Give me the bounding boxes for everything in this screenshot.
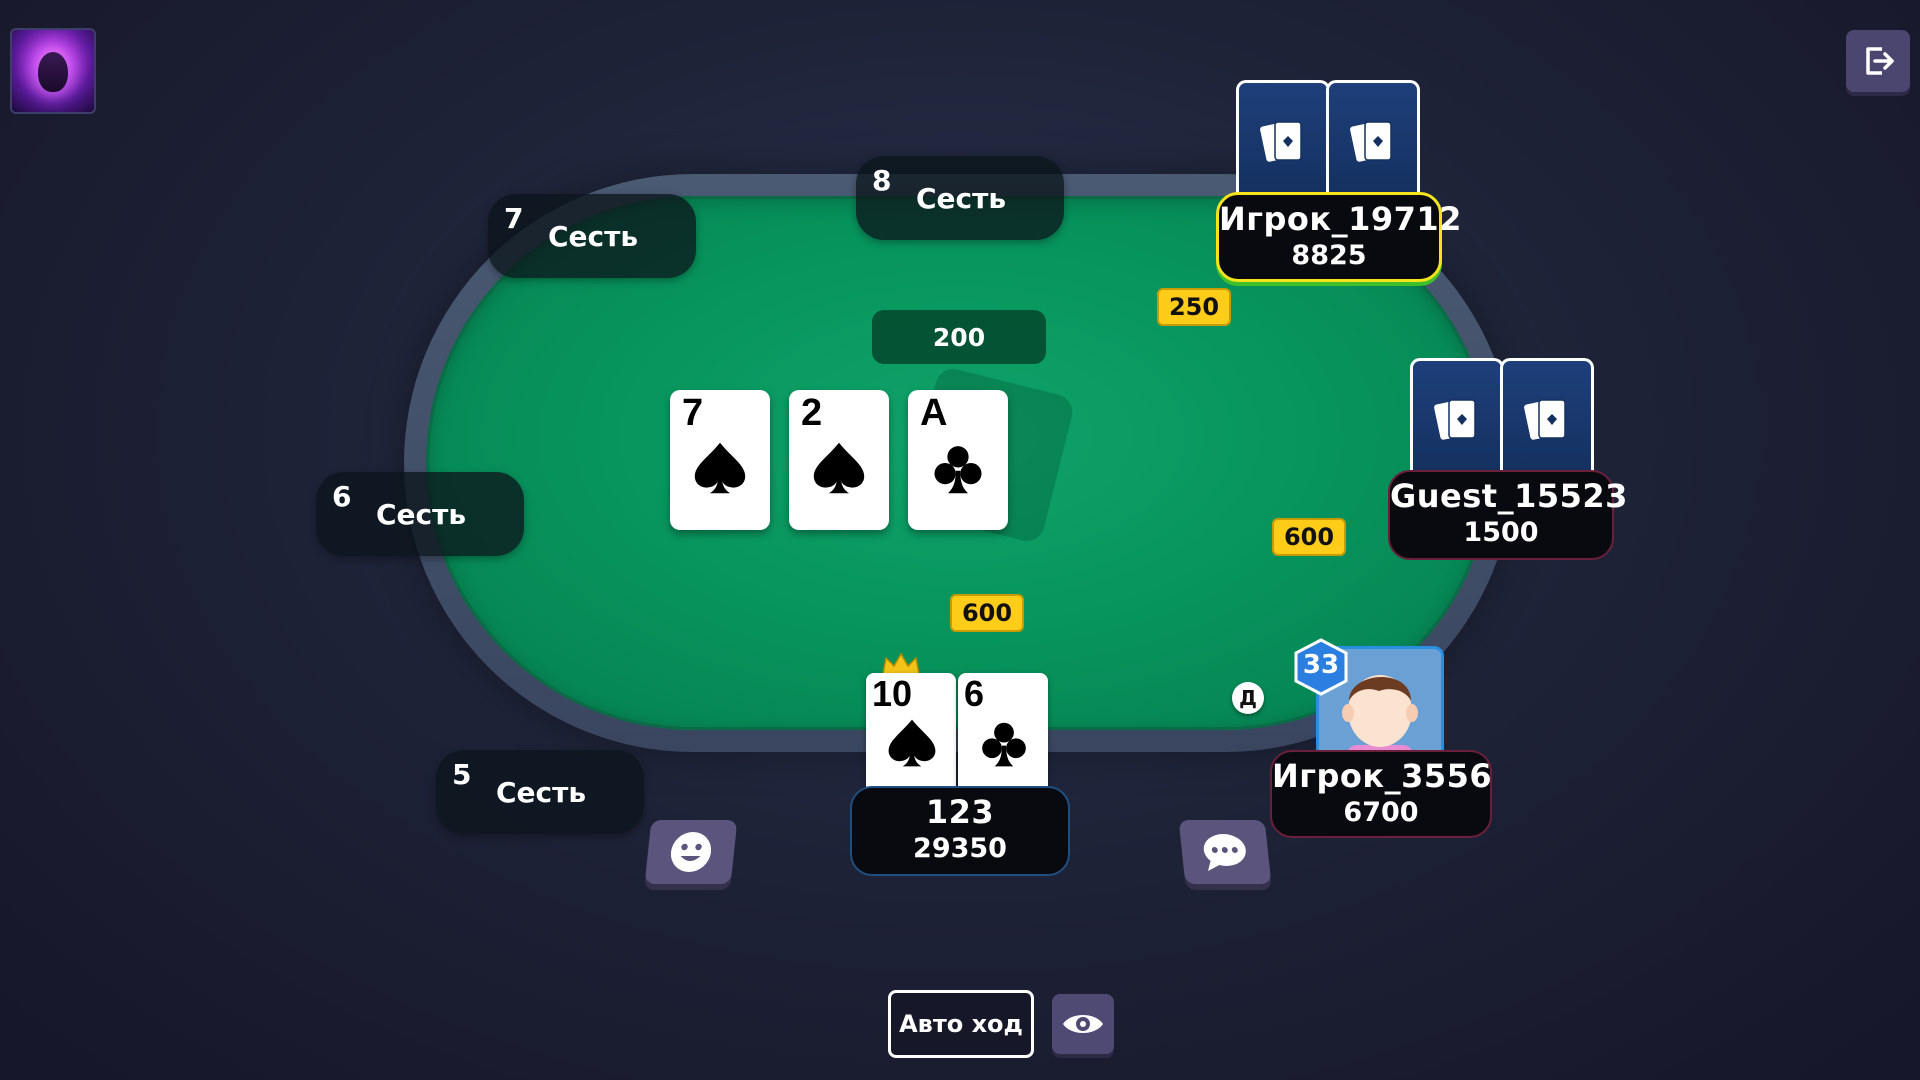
card-rank: 2 bbox=[801, 392, 823, 434]
card-back-icon bbox=[1350, 121, 1392, 162]
card-back-icon bbox=[1434, 399, 1476, 440]
player-name: Игрок_3556 bbox=[1272, 757, 1493, 795]
eye-icon bbox=[1063, 1015, 1103, 1033]
player-name: Игрок_19712 bbox=[1219, 200, 1462, 238]
level-badge: 33 bbox=[1292, 638, 1350, 696]
player-chips: 29350 bbox=[913, 833, 1007, 864]
bet-amount: 250 bbox=[1157, 288, 1231, 326]
spectate-toggle-button[interactable] bbox=[1052, 994, 1114, 1054]
card-rank: A bbox=[920, 392, 948, 434]
seat-number: 8 bbox=[872, 164, 892, 197]
community-card: 7 bbox=[670, 390, 770, 530]
player-plate[interactable]: Guest_15523 1500 bbox=[1388, 470, 1628, 560]
spade-icon bbox=[813, 442, 865, 494]
player-plate[interactable]: Игрок_3556 6700 bbox=[1270, 750, 1492, 838]
my-hole-card: 10 bbox=[866, 673, 956, 791]
seat-label: Сесть bbox=[376, 498, 467, 531]
dealer-button: Д bbox=[1232, 682, 1264, 714]
exit-button[interactable] bbox=[1846, 30, 1910, 92]
card-rank: 7 bbox=[682, 392, 704, 434]
player-name: Guest_15523 bbox=[1390, 477, 1628, 515]
spade-icon bbox=[888, 719, 936, 767]
player-plate[interactable]: Игрок_19712 8825 bbox=[1216, 192, 1462, 282]
seat-7-button[interactable]: 7 Сесть bbox=[488, 194, 696, 278]
chat-button[interactable] bbox=[1178, 820, 1272, 884]
seat-number: 5 bbox=[452, 758, 472, 791]
seat-number: 6 bbox=[332, 480, 352, 513]
card-back-icon bbox=[1524, 399, 1566, 440]
emoji-button[interactable] bbox=[644, 820, 738, 884]
seat-label: Сесть bbox=[916, 182, 1007, 215]
bet-amount: 600 bbox=[950, 594, 1024, 632]
player-name: 123 bbox=[925, 793, 995, 831]
hidden-card bbox=[1236, 80, 1330, 201]
player-chips: 1500 bbox=[1463, 517, 1539, 548]
avatar-figure bbox=[38, 52, 68, 92]
community-card: 2 bbox=[789, 390, 889, 530]
seat-6-button[interactable]: 6 Сесть bbox=[316, 472, 524, 556]
player-chips: 8825 bbox=[1291, 240, 1367, 271]
exit-icon bbox=[1866, 47, 1894, 75]
my-hole-card: 6 bbox=[958, 673, 1048, 791]
auto-move-button[interactable]: Авто ход bbox=[888, 990, 1034, 1058]
club-icon bbox=[982, 722, 1026, 767]
smiley-icon bbox=[670, 832, 712, 872]
pot-amount: 200 bbox=[872, 310, 1046, 364]
level-number: 33 bbox=[1302, 650, 1340, 680]
community-card: A bbox=[908, 390, 1008, 530]
profile-avatar[interactable] bbox=[10, 28, 96, 114]
seat-label: Сесть bbox=[548, 220, 639, 253]
hidden-card bbox=[1410, 358, 1504, 479]
seat-5-button[interactable]: 5 Сесть bbox=[436, 750, 644, 834]
card-back-icon bbox=[1260, 121, 1302, 162]
card-rank: 10 bbox=[872, 673, 913, 714]
club-icon bbox=[934, 446, 982, 494]
chat-icon bbox=[1203, 834, 1246, 871]
hidden-card bbox=[1326, 80, 1420, 201]
my-player-plate: 123 29350 bbox=[850, 786, 1070, 876]
seat-8-button[interactable]: 8 Сесть bbox=[856, 156, 1064, 240]
bet-amount: 600 bbox=[1272, 518, 1346, 556]
seat-label: Сесть bbox=[496, 776, 587, 809]
player-chips: 6700 bbox=[1343, 797, 1419, 828]
card-rank: 6 bbox=[964, 673, 985, 714]
spade-icon bbox=[694, 442, 746, 494]
seat-number: 7 bbox=[504, 202, 524, 235]
hidden-card bbox=[1500, 358, 1594, 479]
